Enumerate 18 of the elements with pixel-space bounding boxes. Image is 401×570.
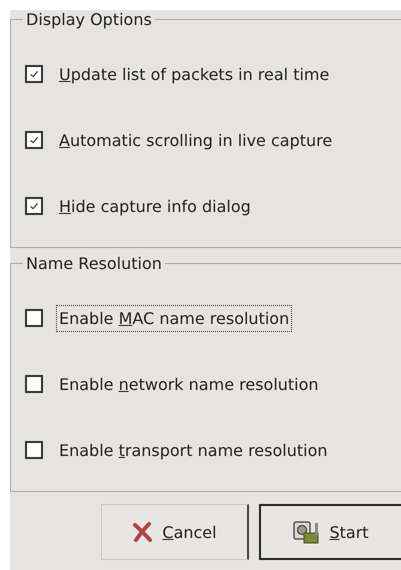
cancel-button[interactable]: Cancel — [101, 504, 249, 560]
group-title: Name Resolution — [25, 254, 163, 273]
checkbox[interactable] — [25, 309, 43, 327]
cross-icon — [132, 521, 154, 543]
checkbox[interactable] — [25, 131, 43, 149]
checkbox-label[interactable]: Automatic scrolling in live capture — [56, 126, 336, 154]
checkbox[interactable] — [25, 441, 43, 459]
checkbox-label[interactable]: Hide capture info dialog — [56, 192, 254, 220]
checkbox-label[interactable]: Enable network name resolution — [56, 370, 322, 398]
checkbox-label[interactable]: Update list of packets in real time — [56, 60, 332, 88]
checkbox-label[interactable]: Enable MAC name resolution — [56, 304, 292, 332]
capture-card-icon — [293, 519, 322, 545]
checkbox[interactable] — [25, 197, 43, 215]
start-button[interactable]: Start — [259, 504, 401, 560]
checkbox[interactable] — [25, 65, 43, 83]
checkbox-label[interactable]: Enable transport name resolution — [56, 436, 331, 464]
checkbox[interactable] — [25, 375, 43, 393]
group-title: Display Options — [25, 10, 153, 29]
